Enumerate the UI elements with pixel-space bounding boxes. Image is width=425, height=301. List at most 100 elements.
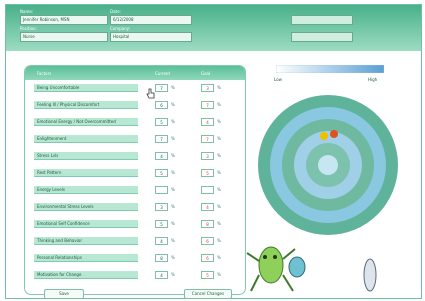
target-chart [258,95,398,235]
factor-label: Personal Relationships [34,254,138,262]
goal-input[interactable]: 4 [201,118,214,126]
factor-row: Thinking and Behavior 4 % 6 % [25,234,245,251]
company-label: Company: [110,26,131,31]
factors-panel: Factors Current Goal Being Uncomfortable… [24,65,246,295]
percent-sign: % [171,272,175,277]
factor-row: Environmental Stress Levels 3 % 4 % [25,200,245,217]
scale-low-label: Low [274,77,282,82]
factor-row: Rest Pattern 5 % 5 % [25,166,245,183]
factor-row: Energy Levels % % [25,183,245,200]
goal-input[interactable] [201,186,214,194]
goal-input[interactable]: 6 [201,237,214,245]
percent-sign: % [217,170,221,175]
factor-label: Thinking and Behavior [34,237,138,245]
cancel-changes-button[interactable]: Cancel Changes [184,289,232,299]
factors-panel-header: Factors Current Goal [25,66,245,80]
current-input[interactable]: 7 [155,84,168,92]
col-factors: Factors [37,71,52,76]
percent-sign: % [171,136,175,141]
factor-row: Personal Relationships 8 % 6 % [25,251,245,268]
date-label: Date: [110,9,121,14]
goal-input[interactable]: 6 [201,254,214,262]
factor-row: Emotional Energy / Not Overcommitted 5 %… [25,115,245,132]
percent-sign: % [171,204,175,209]
col-goal: Goal [201,71,211,76]
mascot-figure-icon [246,246,306,292]
goal-input[interactable]: 4 [201,203,214,211]
goal-input[interactable]: 5 [201,271,214,279]
current-input[interactable]: 3 [155,203,168,211]
goal-marker [330,130,338,138]
percent-sign: % [217,136,221,141]
name-field[interactable]: Jennifer Robinson, MSN [20,15,108,25]
app-window: Name: Jennifer Robinson, MSN Date: 6/12/… [5,4,422,299]
profile-header: Name: Jennifer Robinson, MSN Date: 6/12/… [6,5,421,51]
percent-sign: % [217,119,221,124]
goal-input[interactable]: 7 [201,135,214,143]
current-input[interactable]: 4 [155,237,168,245]
percent-sign: % [217,85,221,90]
percent-sign: % [171,102,175,107]
scale-gradient-bar [276,65,384,73]
goal-input[interactable]: 7 [201,101,214,109]
percent-sign: % [217,221,221,226]
current-input[interactable] [155,186,168,194]
factor-label: Emotional Energy / Not Overcommitted [34,118,138,126]
hand-cursor-icon [146,88,155,99]
scale-high-label: High [368,77,378,82]
current-input[interactable]: 7 [155,135,168,143]
goal-input[interactable]: 3 [201,152,214,160]
company-field[interactable]: Hospital [110,32,192,42]
percent-sign: % [217,238,221,243]
name-label: Name: [20,9,34,14]
factor-label: Rest Pattern [34,169,138,177]
factor-row: Motivation for Change 4 % 5 % [25,268,245,285]
factor-row: Stress Lvls 4 % 3 % [25,149,245,166]
percent-sign: % [217,187,221,192]
factor-label: Feeling Ill / Physical Discomfort [34,101,138,109]
current-input[interactable]: 4 [155,152,168,160]
factor-row: Feeling Ill / Physical Discomfort 6 % 7 … [25,98,245,115]
position-label: Position: [20,26,37,31]
header-box-2[interactable] [291,32,353,42]
percent-sign: % [217,272,221,277]
factor-row: Being Uncomfortable 7 % 3 % [25,81,245,98]
percent-sign: % [171,221,175,226]
factor-label: Energy Levels [34,186,138,194]
goal-input[interactable]: 5 [201,169,214,177]
current-marker [320,132,328,140]
percent-sign: % [171,187,175,192]
factor-label: Stress Lvls [34,152,138,160]
percent-sign: % [217,102,221,107]
factor-row: Enlightenment 7 % 7 % [25,132,245,149]
percent-sign: % [171,119,175,124]
factor-label: Environmental Stress Levels [34,203,138,211]
factor-label: Enlightenment [34,135,138,143]
col-current: Current [155,71,171,76]
target-bullseye [318,155,338,175]
current-input[interactable]: 5 [155,169,168,177]
coin-icon [363,258,377,292]
position-field[interactable]: Nurse [20,32,108,42]
factor-label: Motivation for Change [34,271,138,279]
current-input[interactable]: 8 [155,254,168,262]
save-button[interactable]: Save [44,289,84,299]
percent-sign: % [171,238,175,243]
goal-input[interactable]: 8 [201,220,214,228]
current-input[interactable]: 5 [155,220,168,228]
percent-sign: % [171,153,175,158]
percent-sign: % [171,170,175,175]
current-input[interactable]: 4 [155,271,168,279]
current-input[interactable]: 6 [155,101,168,109]
factor-label: Being Uncomfortable [34,84,138,92]
percent-sign: % [171,255,175,260]
current-input[interactable]: 5 [155,118,168,126]
date-field[interactable]: 6/12/2008 [110,15,192,25]
percent-sign: % [217,255,221,260]
percent-sign: % [217,204,221,209]
percent-sign: % [217,153,221,158]
factor-row: Emotional Self Confidence 5 % 8 % [25,217,245,234]
goal-input[interactable]: 3 [201,84,214,92]
percent-sign: % [171,85,175,90]
header-box-1[interactable] [291,15,353,25]
